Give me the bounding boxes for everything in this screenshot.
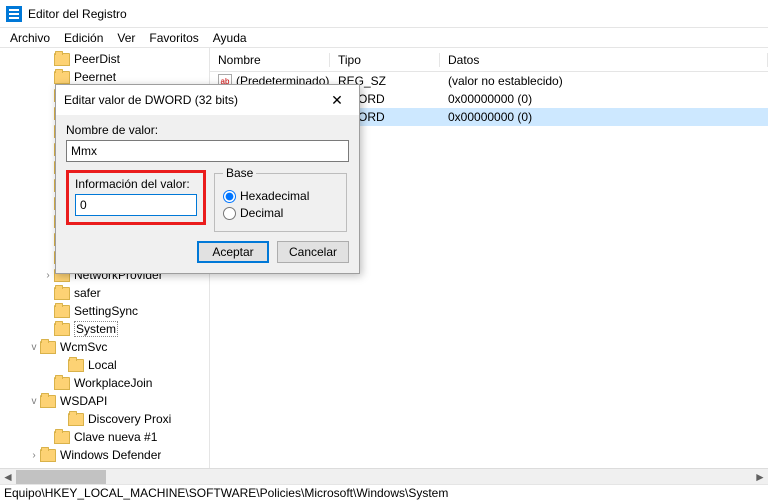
menu-edicion[interactable]: Edición [58,29,109,47]
folder-icon [54,323,70,336]
base-group: Base Hexadecimal Decimal [214,166,347,232]
radio-dec[interactable]: Decimal [223,206,338,220]
radio-hex[interactable]: Hexadecimal [223,189,338,203]
folder-icon [68,413,84,426]
tree-label: WorkplaceJoin [74,376,152,390]
name-input[interactable] [66,140,349,162]
folder-icon [54,53,70,66]
col-name[interactable]: Nombre [210,53,330,67]
dialog-title: Editar valor de DWORD (32 bits) [64,93,238,107]
close-icon[interactable]: ✕ [323,92,351,109]
tree-item[interactable]: Clave nueva #1 [0,428,209,446]
scroll-thumb[interactable] [16,470,106,484]
folder-icon [54,71,70,84]
tree-label: Local [88,358,117,372]
data-input[interactable] [75,194,197,216]
scroll-right-icon[interactable]: ► [752,469,768,485]
edit-dword-dialog: Editar valor de DWORD (32 bits) ✕ Nombre… [55,84,360,274]
tree-item[interactable]: v WcmSvc [0,338,209,356]
tree-label: safer [74,286,101,300]
value-highlight: Información del valor: [66,170,206,225]
name-label: Nombre de valor: [66,123,349,137]
expander-icon[interactable]: v [28,396,40,407]
base-legend: Base [223,166,256,180]
value-data: 0x00000000 (0) [440,110,768,124]
tree-label: Windows Defender [60,448,161,462]
folder-icon [54,287,70,300]
horizontal-scrollbar[interactable]: ◄ ► [0,468,768,484]
folder-icon [54,377,70,390]
scroll-left-icon[interactable]: ◄ [0,469,16,485]
menu-favoritos[interactable]: Favoritos [143,29,204,47]
radio-dec-input[interactable] [223,207,236,220]
tree-label: Clave nueva #1 [74,430,157,444]
folder-icon [54,305,70,318]
folder-icon [54,431,70,444]
tree-label: WcmSvc [60,340,107,354]
expander-icon[interactable]: › [28,450,40,461]
value-data: 0x00000000 (0) [440,92,768,106]
folder-icon [68,359,84,372]
folder-icon [40,395,56,408]
tree-item[interactable]: v WSDAPI [0,392,209,410]
value-data: (valor no establecido) [440,74,768,88]
tree-item[interactable]: Local [0,356,209,374]
menu-ver[interactable]: Ver [111,29,141,47]
cancel-button[interactable]: Cancelar [277,241,349,263]
tree-label: PeerDist [74,52,120,66]
expander-icon[interactable]: › [42,270,54,281]
col-type[interactable]: Tipo [330,53,440,67]
menu-archivo[interactable]: Archivo [4,29,56,47]
titlebar: Editor del Registro [0,0,768,28]
folder-icon [40,341,56,354]
tree-item[interactable]: WorkplaceJoin [0,374,209,392]
status-path: Equipo\HKEY_LOCAL_MACHINE\SOFTWARE\Polic… [4,486,448,500]
ok-button[interactable]: Aceptar [197,241,269,263]
menubar: Archivo Edición Ver Favoritos Ayuda [0,28,768,48]
expander-icon[interactable]: v [28,342,40,353]
tree-item[interactable]: PeerDist [0,50,209,68]
tree-item[interactable]: › Windows Defender [0,446,209,464]
folder-icon [40,449,56,462]
list-header: Nombre Tipo Datos [210,48,768,72]
radio-hex-input[interactable] [223,190,236,203]
data-label: Información del valor: [75,177,197,191]
menu-ayuda[interactable]: Ayuda [207,29,253,47]
regedit-icon [6,6,22,22]
tree-label: Peernet [74,70,116,84]
col-data[interactable]: Datos [440,53,768,67]
tree-item[interactable]: Discovery Proxi [0,410,209,428]
tree-label: System [74,321,118,337]
tree-item[interactable]: safer [0,284,209,302]
tree-label: SettingSync [74,304,138,318]
tree-label: Discovery Proxi [88,412,171,426]
tree-label: WSDAPI [60,394,107,408]
tree-item[interactable]: System [0,320,209,338]
tree-item[interactable]: SettingSync [0,302,209,320]
statusbar: Equipo\HKEY_LOCAL_MACHINE\SOFTWARE\Polic… [0,484,768,500]
app-title: Editor del Registro [28,7,127,21]
